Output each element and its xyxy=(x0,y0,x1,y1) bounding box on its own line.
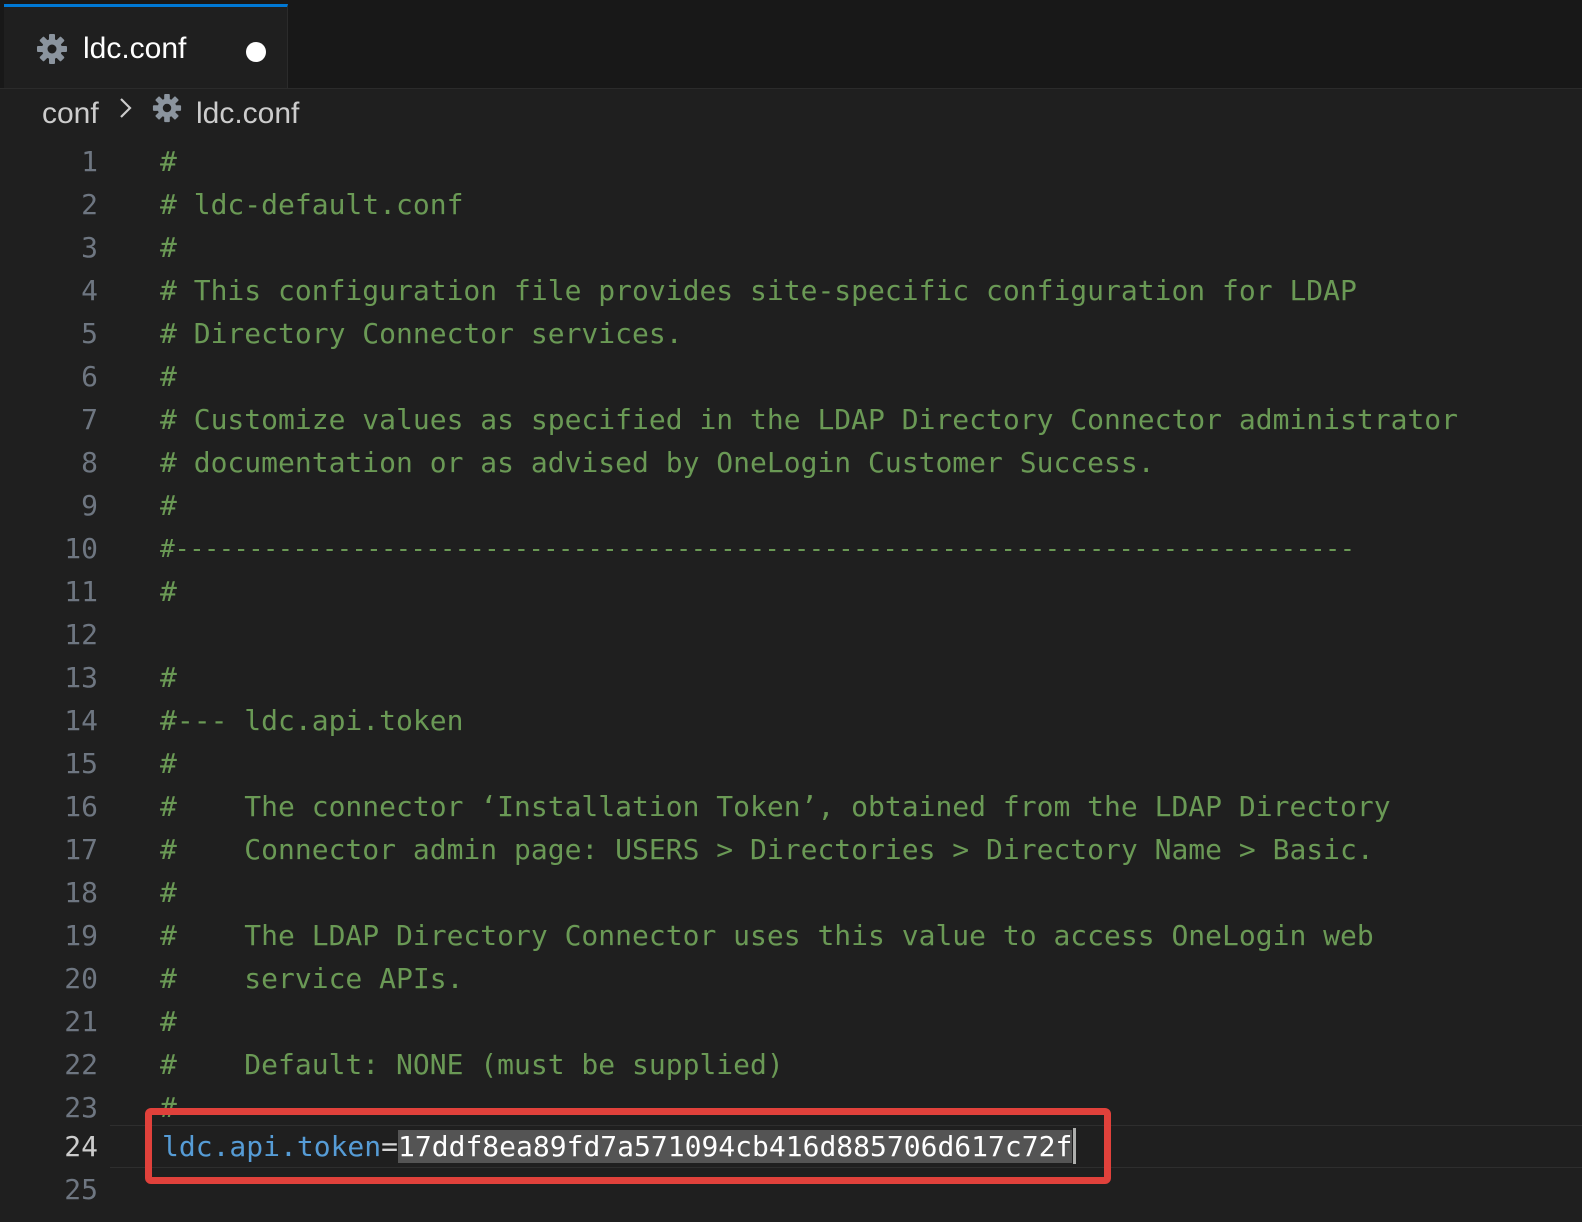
code-editor[interactable]: 1 # 2 # ldc-default.conf 3 # 4 # This config… xyxy=(0,140,1582,1222)
code-line[interactable]: 12 xyxy=(0,613,1582,656)
code-line[interactable]: 7 # Customize values as specified in the … xyxy=(0,398,1582,441)
comment-text: # The connector ‘Installation Token’, ob… xyxy=(160,790,1391,823)
code-line[interactable]: 19 # The LDAP Directory Connector uses th… xyxy=(0,914,1582,957)
line-number: 16 xyxy=(64,790,98,823)
unsaved-dot-icon[interactable] xyxy=(246,42,266,62)
comment-text: #--- ldc.api.token xyxy=(160,704,464,737)
code-line[interactable]: 14 #--- ldc.api.token xyxy=(0,699,1582,742)
line-number: 10 xyxy=(64,532,98,565)
comment-text: # xyxy=(160,1005,177,1038)
comment-text: # Customize values as specified in the L… xyxy=(160,403,1459,436)
tab-label: ldc.conf xyxy=(83,32,187,65)
code-line[interactable]: 9 # xyxy=(0,484,1582,527)
line-number: 3 xyxy=(81,231,98,264)
line-number: 4 xyxy=(81,274,98,307)
code-line[interactable]: 11 # xyxy=(0,570,1582,613)
breadcrumb-file[interactable]: ldc.conf xyxy=(196,92,299,136)
line-number: 23 xyxy=(64,1091,98,1124)
code-line[interactable]: 20 # service APIs. xyxy=(0,957,1582,1000)
code-line[interactable]: 6 # xyxy=(0,355,1582,398)
line-number: 5 xyxy=(81,317,98,350)
code-line[interactable]: 16 # The connector ‘Installation Token’, … xyxy=(0,785,1582,828)
comment-text: # xyxy=(160,231,177,264)
code-line[interactable]: 4 # This configuration file provides site… xyxy=(0,269,1582,312)
code-line[interactable]: 5 # Directory Connector services. xyxy=(0,312,1582,355)
line-number: 14 xyxy=(64,704,98,737)
comment-text: # This configuration file provides site-… xyxy=(160,274,1357,307)
line-number: 12 xyxy=(64,618,98,651)
code-line[interactable]: 10 #-------------------------------------… xyxy=(0,527,1582,570)
code-line[interactable]: 17 # Connector admin page: USERS > Direct… xyxy=(0,828,1582,871)
comment-text: # xyxy=(160,489,177,522)
code-line[interactable]: 1 # xyxy=(0,140,1582,183)
tab-bar: ldc.conf xyxy=(0,0,1582,89)
code-line[interactable]: 21 # xyxy=(0,1000,1582,1043)
line-number: 7 xyxy=(81,403,98,436)
comment-text: # xyxy=(160,575,177,608)
comment-text: # ldc-default.conf xyxy=(160,188,464,221)
code-line[interactable]: 13 # xyxy=(0,656,1582,699)
line-number: 11 xyxy=(64,575,98,608)
code-line[interactable]: 18 # xyxy=(0,871,1582,914)
comment-text: # xyxy=(160,747,177,780)
code-line[interactable]: 8 # documentation or as advised by OneLog… xyxy=(0,441,1582,484)
line-number: 17 xyxy=(64,833,98,866)
line-number: 6 xyxy=(81,360,98,393)
line-number: 2 xyxy=(81,188,98,221)
comment-text: # Connector admin page: USERS > Director… xyxy=(160,833,1374,866)
line-number: 19 xyxy=(64,919,98,952)
gear-icon xyxy=(36,33,68,65)
comment-text: # documentation or as advised by OneLogi… xyxy=(160,446,1155,479)
gear-icon xyxy=(152,92,182,123)
chevron-right-icon xyxy=(116,92,136,124)
code-line[interactable]: 22 # Default: NONE (must be supplied) xyxy=(0,1043,1582,1086)
line-number: 9 xyxy=(81,489,98,522)
line-number: 1 xyxy=(81,145,98,178)
comment-text: # xyxy=(160,360,177,393)
breadcrumb-folder[interactable]: conf xyxy=(42,92,99,136)
line-number: 13 xyxy=(64,661,98,694)
annotation-highlight-box xyxy=(145,1108,1111,1184)
line-number: 24 xyxy=(64,1130,98,1163)
code-line[interactable]: 3 # xyxy=(0,226,1582,269)
comment-text: #---------------------------------------… xyxy=(160,534,1355,563)
comment-text: # Directory Connector services. xyxy=(160,317,683,350)
comment-text: # xyxy=(160,145,177,178)
comment-text: # xyxy=(160,661,177,694)
comment-text: # Default: NONE (must be supplied) xyxy=(160,1048,784,1081)
line-number: 25 xyxy=(64,1173,98,1206)
line-number: 18 xyxy=(64,876,98,909)
line-number: 21 xyxy=(64,1005,98,1038)
comment-text: # The LDAP Directory Connector uses this… xyxy=(160,919,1374,952)
line-number: 8 xyxy=(81,446,98,479)
comment-text: # service APIs. xyxy=(160,962,464,995)
line-number: 22 xyxy=(64,1048,98,1081)
line-number: 20 xyxy=(64,962,98,995)
tab-ldc-conf[interactable]: ldc.conf xyxy=(4,4,288,88)
code-line[interactable]: 2 # ldc-default.conf xyxy=(0,183,1582,226)
code-line[interactable]: 15 # xyxy=(0,742,1582,785)
comment-text: # xyxy=(160,876,177,909)
line-number: 15 xyxy=(64,747,98,780)
